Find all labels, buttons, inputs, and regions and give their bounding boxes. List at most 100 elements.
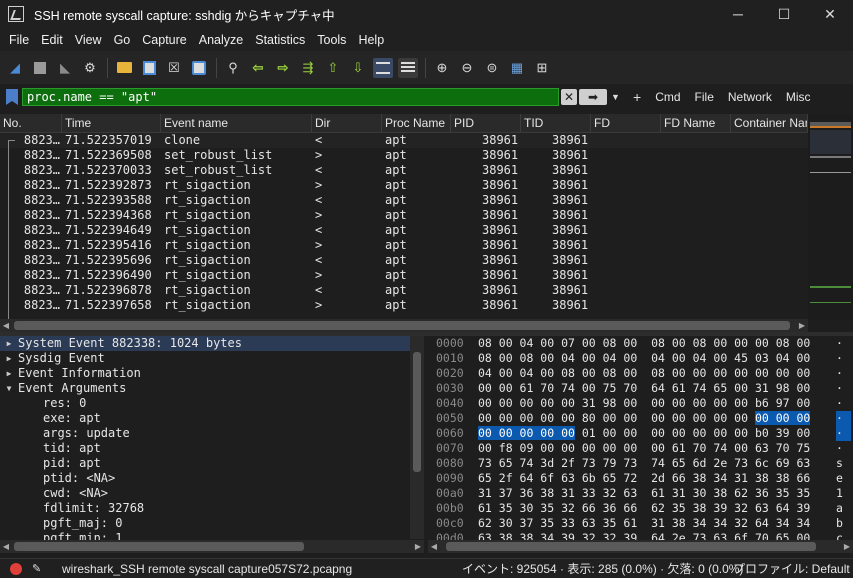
detail-field[interactable]: pid: apt: [0, 456, 410, 471]
table-row[interactable]: 8823… 71.522396490 rt_sigaction > apt 38961 38…: [0, 268, 808, 283]
autoscroll-icon[interactable]: [373, 57, 393, 78]
add-filter-button-icon[interactable]: +: [633, 89, 641, 105]
detail-field[interactable]: pgft_maj: 0: [0, 516, 410, 531]
table-row[interactable]: 8823… 71.522394368 rt_sigaction > apt 38961 38…: [0, 208, 808, 223]
scroll-left-icon[interactable]: ◀: [0, 319, 12, 332]
scroll-right-icon[interactable]: ▶: [412, 540, 424, 553]
filter-button-misc[interactable]: Misc: [786, 90, 811, 104]
reload-icon[interactable]: [189, 58, 209, 78]
scrollbar-thumb[interactable]: [413, 352, 421, 472]
filter-history-dropdown[interactable]: ▼: [611, 92, 625, 102]
back-arrow-icon[interactable]: ⇦: [248, 58, 268, 78]
menu-tools[interactable]: Tools: [311, 33, 352, 47]
table-row[interactable]: 8823… 71.522393588 rt_sigaction < apt 38961 38…: [0, 193, 808, 208]
record-icon[interactable]: [10, 562, 22, 575]
scrollbar-thumb[interactable]: [14, 321, 790, 330]
scroll-left-icon[interactable]: ◀: [0, 540, 12, 553]
expand-arrow-icon[interactable]: ▶: [0, 366, 18, 381]
scrollbar-thumb[interactable]: [14, 542, 304, 551]
detail-section-event-arguments[interactable]: ▼ Event Arguments: [0, 381, 410, 396]
menu-capture[interactable]: Capture: [136, 33, 192, 47]
hex-line[interactable]: 0090 65 2f 64 6f 63 6b 65 72 2d 66 38 34 …: [433, 471, 853, 486]
column-header[interactable]: Proc Name: [382, 114, 451, 132]
zoom-normal-icon[interactable]: ⊜: [482, 58, 502, 78]
minimize-button[interactable]: ─: [715, 0, 761, 28]
column-header[interactable]: Container Nar: [731, 114, 808, 132]
zoom-in-icon[interactable]: ⊕: [432, 58, 452, 78]
colorize-icon[interactable]: [398, 57, 418, 78]
scrollbar-thumb[interactable]: [446, 542, 816, 551]
column-header[interactable]: Time: [62, 114, 161, 132]
filter-button-network[interactable]: Network: [728, 90, 772, 104]
hex-line[interactable]: 0000 08 00 04 00 07 00 08 00 08 00 08 00 …: [433, 336, 853, 351]
scroll-left-icon[interactable]: ◀: [428, 540, 440, 553]
restart-icon[interactable]: ◣: [55, 58, 75, 78]
table-row[interactable]: 8823… 71.522397658 rt_sigaction > apt 38961 38…: [0, 298, 808, 313]
column-header[interactable]: FD Name: [661, 114, 731, 132]
edit-comment-icon[interactable]: ✎: [32, 563, 44, 575]
table-row[interactable]: 8823… 71.522357019 clone < apt 38961 38961: [0, 133, 808, 148]
hex-line[interactable]: 0060 00 00 00 00 00 01 00 00 00 00 00 00 …: [433, 426, 853, 441]
stop-icon[interactable]: [30, 58, 50, 78]
details-hscrollbar[interactable]: ◀ ▶: [0, 540, 424, 553]
menu-edit[interactable]: Edit: [35, 33, 69, 47]
hex-line[interactable]: 0040 00 00 00 00 00 31 98 00 00 00 00 00 …: [433, 396, 853, 411]
hex-line[interactable]: 00c0 62 30 37 35 33 63 35 61 31 38 34 34 …: [433, 516, 853, 531]
column-header[interactable]: PID: [451, 114, 521, 132]
filter-button-file[interactable]: File: [695, 90, 714, 104]
packet-list-hscrollbar[interactable]: ◀ ▶: [0, 319, 808, 332]
hex-line[interactable]: 0080 73 65 74 3d 2f 73 79 73 74 65 6d 2e …: [433, 456, 853, 471]
scroll-right-icon[interactable]: ▶: [796, 319, 808, 332]
column-header[interactable]: No.: [0, 114, 62, 132]
display-filter-input[interactable]: proc.name == "apt": [22, 88, 559, 106]
filter-button-cmd[interactable]: Cmd: [655, 90, 680, 104]
detail-section-event-information[interactable]: ▶ Event Information: [0, 366, 410, 381]
table-row[interactable]: 8823… 71.522395696 rt_sigaction < apt 38961 38…: [0, 253, 808, 268]
detail-section-system-event[interactable]: ▶ System Event 882338: 1024 bytes: [0, 336, 410, 351]
packet-minimap[interactable]: [808, 114, 853, 320]
column-header[interactable]: Event name: [161, 114, 312, 132]
first-icon[interactable]: ⇧: [323, 58, 343, 78]
detail-field[interactable]: exe: apt: [0, 411, 410, 426]
detail-field[interactable]: cwd: <NA>: [0, 486, 410, 501]
details-vscrollbar[interactable]: [410, 336, 424, 539]
menu-analyze[interactable]: Analyze: [193, 33, 249, 47]
layout-icon[interactable]: ⊞: [532, 58, 552, 78]
bytes-hscrollbar[interactable]: ◀ ▶: [428, 540, 853, 553]
options-gear-icon[interactable]: ⚙: [80, 58, 100, 78]
detail-field[interactable]: res: 0: [0, 396, 410, 411]
zoom-out-icon[interactable]: ⊖: [457, 58, 477, 78]
detail-section-sysdig-event[interactable]: ▶ Sysdig Event: [0, 351, 410, 366]
scroll-right-icon[interactable]: ▶: [841, 540, 853, 553]
menu-view[interactable]: View: [69, 33, 108, 47]
close-file-icon[interactable]: ☒: [164, 58, 184, 78]
table-row[interactable]: 8823… 71.522370033 set_robust_list < apt 3896…: [0, 163, 808, 178]
profile-indicator[interactable]: プロファイル: Default: [733, 560, 850, 577]
table-row[interactable]: 8823… 71.522395416 rt_sigaction > apt 38961 38…: [0, 238, 808, 253]
open-folder-icon[interactable]: [114, 58, 134, 78]
column-header[interactable]: TID: [521, 114, 591, 132]
column-header[interactable]: Dir: [312, 114, 382, 132]
table-row[interactable]: 8823… 71.522392873 rt_sigaction > apt 38961 38…: [0, 178, 808, 193]
last-icon[interactable]: ⇩: [348, 58, 368, 78]
table-row[interactable]: 8823… 71.522394649 rt_sigaction < apt 38961 38…: [0, 223, 808, 238]
maximize-button[interactable]: ☐: [761, 0, 807, 28]
hex-line[interactable]: 0070 00 f8 09 00 00 00 00 00 00 61 70 74 …: [433, 441, 853, 456]
hex-line[interactable]: 00a0 31 37 36 38 31 33 32 63 61 31 30 38 …: [433, 486, 853, 501]
clear-filter-button[interactable]: ✕: [561, 89, 577, 105]
hex-line[interactable]: 00d0 63 38 38 34 39 32 32 39 64 2e 73 63 …: [433, 531, 853, 540]
collapse-arrow-icon[interactable]: ▼: [0, 381, 18, 396]
hex-line[interactable]: 0010 08 00 08 00 04 00 04 00 04 00 04 00 …: [433, 351, 853, 366]
shark-fin-icon[interactable]: ◢: [5, 58, 25, 78]
menu-help[interactable]: Help: [352, 33, 390, 47]
detail-field[interactable]: args: update: [0, 426, 410, 441]
forward-arrow-icon[interactable]: ⇨: [273, 58, 293, 78]
save-file-icon[interactable]: [139, 58, 159, 78]
find-icon[interactable]: ⚲: [223, 58, 243, 78]
detail-field[interactable]: ptid: <NA>: [0, 471, 410, 486]
table-row[interactable]: 8823… 71.522396878 rt_sigaction < apt 38961 38…: [0, 283, 808, 298]
goto-icon[interactable]: ⇶: [298, 58, 318, 78]
close-button[interactable]: ✕: [807, 0, 853, 28]
column-header[interactable]: FD: [591, 114, 661, 132]
apply-filter-button[interactable]: ➡: [579, 89, 607, 105]
